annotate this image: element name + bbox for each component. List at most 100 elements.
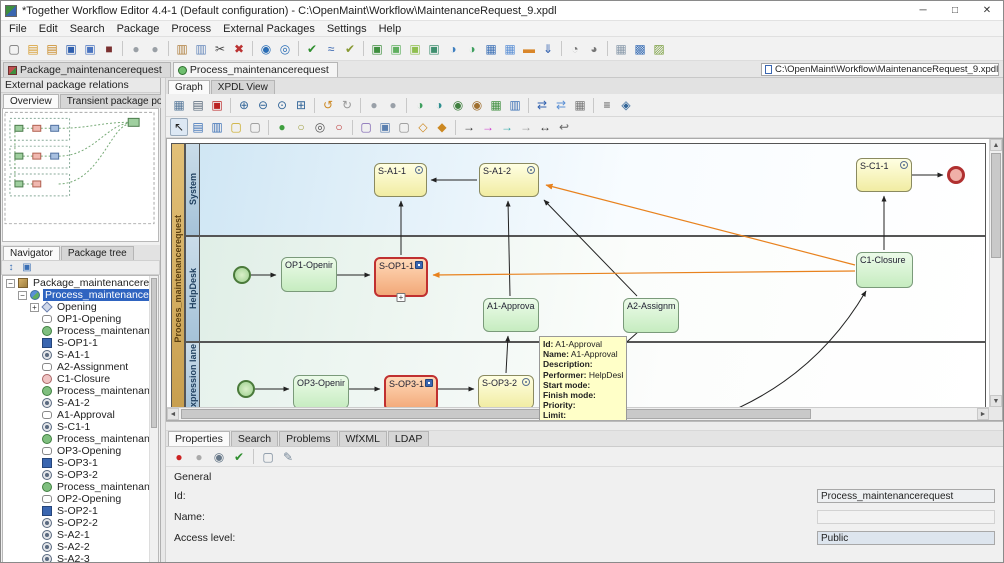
apply-icon[interactable]: ✔ [230, 448, 248, 466]
insert-package-icon[interactable]: ▣ [368, 40, 386, 58]
tree-item[interactable]: S-C1-1 [3, 421, 158, 433]
minimize-button[interactable]: ─ [907, 1, 939, 20]
node-end-1[interactable] [947, 166, 965, 184]
tab[interactable]: Search [230, 431, 279, 446]
node-OP1-Opening[interactable]: OP1-Opening [281, 257, 337, 292]
tree-item[interactable]: S-A2-1 [3, 529, 158, 541]
graph-settings-icon[interactable]: ≡ [598, 96, 616, 114]
tab[interactable]: WfXML [338, 431, 387, 446]
tab[interactable]: LDAP [387, 431, 430, 446]
zoom-fit-icon[interactable]: ⊞ [292, 96, 310, 114]
spell-check-icon[interactable]: ✔ [341, 40, 359, 58]
node-S-OP3-1[interactable]: S-OP3-1+ [384, 375, 438, 407]
package-overview-minimap[interactable] [2, 108, 159, 242]
id-field[interactable]: Process_maintenancerequest [817, 489, 995, 503]
blocks-alt-icon[interactable]: ▨ [650, 40, 668, 58]
tree-item[interactable]: + Opening [3, 301, 158, 313]
undo-icon[interactable]: ↺ [319, 96, 337, 114]
edit-doc-icon[interactable]: ✎ [279, 448, 297, 466]
node-start-3[interactable] [237, 380, 255, 398]
package-pool-icon[interactable]: ▣ [425, 40, 443, 58]
tree-item[interactable]: − Process_maintenancerequest [3, 289, 158, 301]
find-settings-icon[interactable]: ◎ [276, 40, 294, 58]
gateway-tool-icon[interactable]: ◆ [433, 118, 451, 136]
vertical-scrollbar[interactable]: ▲ ▼ [989, 139, 1002, 407]
gear-icon[interactable]: ◉ [449, 96, 467, 114]
redo-icon[interactable]: ↻ [338, 96, 356, 114]
external-packages-icon[interactable]: ▣ [406, 40, 424, 58]
scroll-right-icon[interactable]: ► [977, 408, 989, 420]
lane-tool-icon[interactable]: ▥ [208, 118, 226, 136]
process-run-icon[interactable]: ◑ [411, 96, 429, 114]
tree-item[interactable]: S-A1-1 [3, 349, 158, 361]
tree-item[interactable]: S-OP2-1 [3, 505, 158, 517]
transport-icon[interactable]: ▬ [520, 40, 538, 58]
back-icon[interactable]: ● [127, 40, 145, 58]
node-OP3-Opening[interactable]: OP3-Opening [293, 375, 349, 407]
applications-icon[interactable]: ▦ [501, 40, 519, 58]
process-properties-icon[interactable]: ◑ [463, 40, 481, 58]
expand-subflow-badge[interactable]: + [396, 293, 406, 302]
tree-item[interactable]: S-A2-2 [3, 541, 158, 553]
node-A1-Approval[interactable]: A1-Approval [483, 298, 539, 332]
menu-item[interactable]: Settings [321, 22, 373, 36]
participant-tool-icon[interactable]: ▤ [189, 118, 207, 136]
name-field[interactable] [817, 510, 995, 524]
maximize-button[interactable]: □ [939, 1, 971, 20]
tree-scrollbar-thumb[interactable] [151, 278, 157, 428]
inactive-icon[interactable]: ● [190, 448, 208, 466]
tree-item[interactable]: S-A1-2 [3, 397, 158, 409]
collapse-all-icon[interactable]: ▣ [20, 261, 34, 274]
restore-icon[interactable]: ◕ [585, 40, 603, 58]
activity-table-icon[interactable]: ▦ [571, 96, 589, 114]
save-package-icon[interactable]: ▣ [62, 40, 80, 58]
select-tool-icon[interactable]: ↖ [170, 118, 188, 136]
exception-transition-tool-icon[interactable]: → [479, 118, 497, 136]
field-settings-icon[interactable]: ◉ [210, 448, 228, 466]
tree-scrollbar[interactable] [149, 276, 158, 562]
horizontal-scroll-thumb[interactable] [181, 409, 811, 419]
start-event-tool-icon[interactable]: ● [273, 118, 291, 136]
scroll-down-icon[interactable]: ▼ [990, 395, 1002, 407]
route-tool-icon[interactable]: ◇ [414, 118, 432, 136]
file-path-field[interactable]: C:\OpenMaint\Workflow\MaintenanceRequest… [761, 63, 999, 76]
tree-item[interactable]: Process_maintenancerequest [3, 481, 158, 493]
revert-icon[interactable]: ● [170, 448, 188, 466]
zoom-in-icon[interactable]: ⊕ [235, 96, 253, 114]
node-start-1[interactable] [233, 266, 251, 284]
default-transition-tool-icon[interactable]: → [498, 118, 516, 136]
delete-icon[interactable]: ✖ [230, 40, 248, 58]
tree-item[interactable]: C1-Closure [3, 373, 158, 385]
node-S-C1-1[interactable]: S-C1-1 [856, 158, 912, 192]
tree-item[interactable]: S-OP1-1 [3, 337, 158, 349]
participants-icon[interactable]: ▦ [482, 40, 500, 58]
tree-expander-icon[interactable]: − [18, 290, 27, 300]
refresh-tree-icon[interactable]: ↕ [4, 261, 18, 274]
tree-item[interactable]: − Package_maintenancerequest [3, 277, 158, 289]
tab[interactable]: XPDL View [210, 80, 275, 94]
forward-icon[interactable]: ● [146, 40, 164, 58]
export-pdf-icon[interactable]: ▣ [208, 96, 226, 114]
intermediate-event-tool-icon[interactable]: ○ [292, 118, 310, 136]
tree-item[interactable]: S-OP3-2 [3, 469, 158, 481]
node-A2-Assignment[interactable]: A2-Assignment [623, 298, 679, 333]
compare-icon[interactable]: ≈ [322, 40, 340, 58]
download-icon[interactable]: ⇓ [539, 40, 557, 58]
scroll-left-icon[interactable]: ◄ [167, 408, 179, 420]
tree-item[interactable]: S-OP2-2 [3, 517, 158, 529]
text-tool-icon[interactable]: ▢ [246, 118, 264, 136]
document-tab[interactable]: Process_maintenancerequest [172, 62, 338, 77]
doc-icon[interactable]: ▢ [259, 448, 277, 466]
simulate-icon[interactable]: ◉ [468, 96, 486, 114]
tree-item[interactable]: S-A2-3 [3, 553, 158, 562]
menu-item[interactable]: Search [64, 22, 111, 36]
print-icon[interactable]: ▤ [189, 96, 207, 114]
vertical-scroll-thumb[interactable] [991, 153, 1001, 258]
transition-tool-icon[interactable]: → [460, 118, 478, 136]
tree-item[interactable]: OP1-Opening [3, 313, 158, 325]
tree-item[interactable]: Process_maintenancerequest [3, 385, 158, 397]
paste-icon[interactable]: ▥ [173, 40, 191, 58]
previous-selection-icon[interactable]: ● [365, 96, 383, 114]
tree-item[interactable]: Process_maintenancerequest [3, 325, 158, 337]
tree-item[interactable]: A1-Approval [3, 409, 158, 421]
